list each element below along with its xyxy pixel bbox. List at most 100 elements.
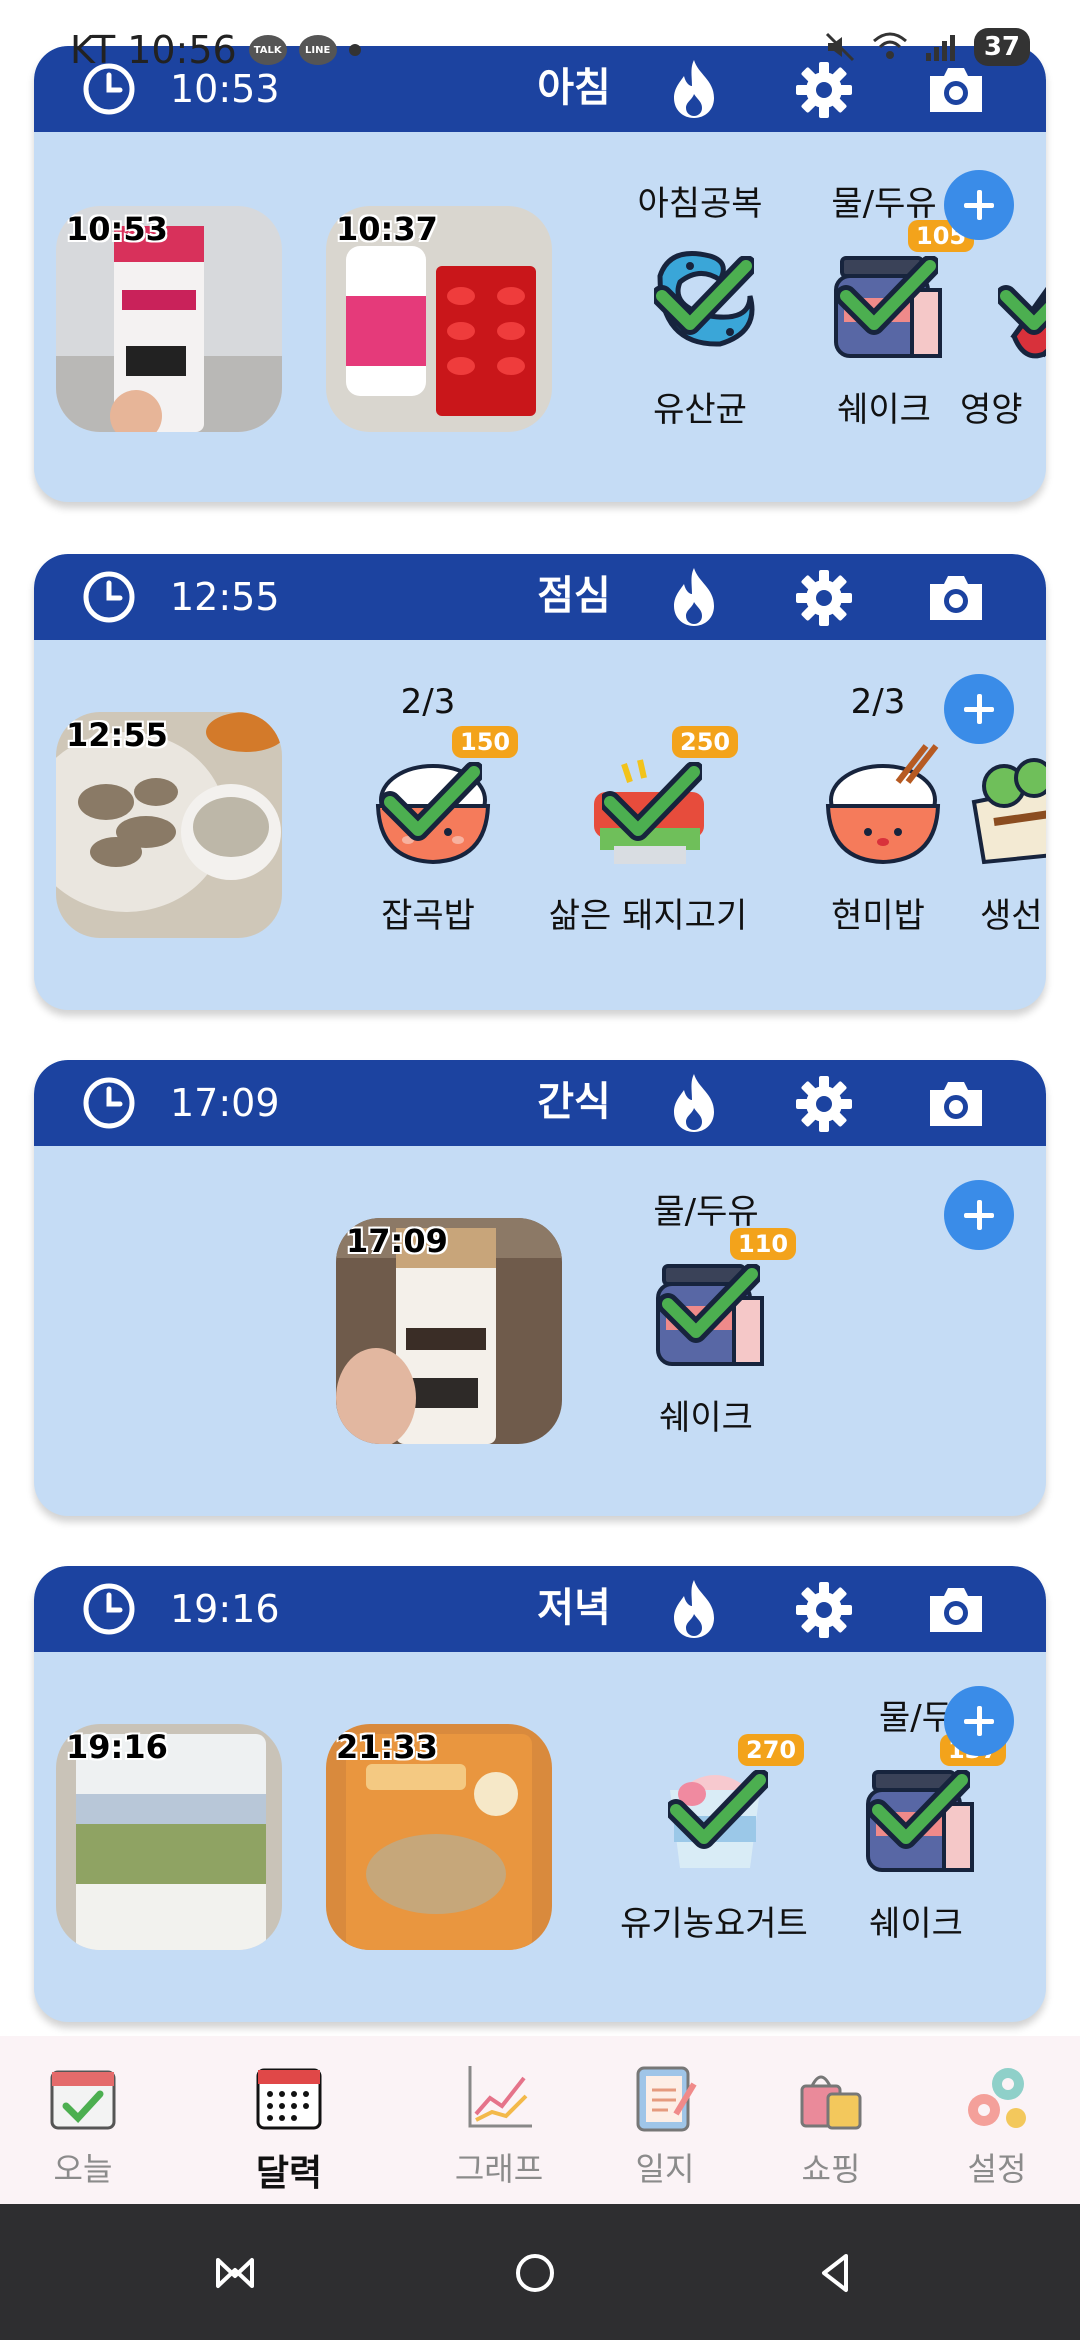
food-name: 유산균 — [653, 390, 747, 430]
clock-icon[interactable] — [82, 570, 136, 624]
food-name: 삶은 돼지고기 — [548, 896, 748, 936]
line-notification-icon: LINE — [298, 35, 337, 65]
status-bar: KT 10:56 TALK LINE 37 — [0, 0, 1080, 90]
photo-time: 12:55 — [66, 716, 168, 754]
add-food-button[interactable] — [944, 1686, 1014, 1756]
photo-time: 17:09 — [346, 1222, 448, 1260]
nav-item-shopping[interactable]: 쇼핑 — [756, 2050, 906, 2200]
nav-label: 오늘 — [53, 2150, 113, 2188]
check-icon — [838, 256, 938, 335]
food-item[interactable]: 아침공복 유산균 — [600, 176, 800, 456]
nav-label: 달력 — [255, 2153, 323, 2194]
nav-item-graph[interactable]: 그래프 — [424, 2050, 574, 2200]
nav-label: 그래프 — [454, 2150, 544, 2188]
flame-icon[interactable] — [664, 566, 724, 628]
kcal-badge: 110 — [730, 1228, 797, 1260]
kcal-badge: 150 — [452, 726, 519, 758]
calendar-grid-icon — [256, 2068, 322, 2130]
nav-item-settings[interactable]: 설정 — [922, 2050, 1072, 2200]
gear-icon[interactable] — [794, 568, 854, 628]
gear-icon[interactable] — [794, 1580, 854, 1640]
kcal-badge: 270 — [738, 1734, 805, 1766]
nav-item-today[interactable]: 오늘 — [8, 2050, 158, 2200]
carrier-label: KT — [70, 28, 116, 72]
check-icon — [870, 1770, 970, 1849]
back-icon[interactable] — [812, 2248, 862, 2298]
meal-photo[interactable]: 10:37 — [326, 206, 552, 432]
food-name: 쉐이크 — [869, 1904, 963, 1944]
photo-time: 19:16 — [66, 1728, 168, 1766]
rice-bowl-icon — [825, 744, 941, 865]
talk-notification-icon: TALK — [248, 35, 287, 65]
camera-icon[interactable] — [926, 570, 986, 624]
meal-header: 17:09 간식 — [34, 1060, 1046, 1146]
clock-icon[interactable] — [82, 1582, 136, 1636]
meal-photo[interactable]: 12:55 — [56, 712, 282, 938]
food-note: 물/두유 — [653, 1192, 759, 1232]
meal-card-lunch: 12:55 점심 12:55 2/3 150 잡곡밥 250 삶은 돼지고기 2… — [34, 554, 1046, 1010]
calendar-check-icon — [50, 2070, 116, 2130]
nav-label: 쇼핑 — [801, 2150, 861, 2188]
bottom-nav: 오늘 달력 그래프 일지 쇼핑 설정 — [0, 2036, 1080, 2204]
flame-icon[interactable] — [664, 1072, 724, 1134]
food-name: 유기농요거트 — [620, 1904, 808, 1944]
kcal-badge: 250 — [672, 726, 739, 758]
check-icon — [660, 1264, 760, 1343]
recents-icon[interactable] — [210, 2248, 260, 2298]
wrap-icon — [971, 758, 1046, 865]
meal-photo[interactable]: 19:16 — [56, 1724, 282, 1950]
add-food-button[interactable] — [944, 170, 1014, 240]
home-icon[interactable] — [510, 2248, 560, 2298]
meal-time[interactable]: 19:16 — [170, 1580, 280, 1638]
check-icon — [382, 762, 482, 841]
signal-icon — [925, 35, 955, 61]
food-name: 쉐이크 — [659, 1398, 753, 1438]
food-note: 2/3 — [400, 682, 456, 722]
photo-time: 10:53 — [66, 210, 168, 248]
journal-icon — [636, 2066, 697, 2132]
system-nav-bar — [0, 2204, 1080, 2340]
meal-header: 19:16 저녁 — [34, 1566, 1046, 1652]
notification-dot-icon — [348, 44, 361, 56]
chart-icon — [468, 2066, 532, 2128]
meal-card-snack: 17:09 간식 17:09 물/두유 110 쉐이크 — [34, 1060, 1046, 1516]
meal-photo[interactable]: 10:53 — [56, 206, 282, 432]
meal-card-breakfast: 10:53 아침 10:53 10:37 아침공복 유산균 물/두유 105 쉐… — [34, 46, 1046, 502]
gears-icon — [968, 2068, 1026, 2128]
gear-icon[interactable] — [794, 1074, 854, 1134]
nav-item-calendar[interactable]: 달력 — [214, 2050, 364, 2200]
photo-time: 21:33 — [336, 1728, 438, 1766]
add-food-button[interactable] — [944, 674, 1014, 744]
food-item[interactable]: 250 삶은 돼지고기 — [538, 682, 758, 962]
food-item[interactable]: 2/3 150 잡곡밥 — [328, 682, 528, 962]
food-note: 아침공복 — [637, 184, 763, 224]
mute-icon — [825, 32, 854, 62]
camera-icon[interactable] — [926, 1582, 986, 1636]
meal-time[interactable]: 12:55 — [170, 568, 280, 626]
food-name: 영양 — [960, 390, 1023, 430]
clock-label: 10:56 — [127, 28, 237, 72]
meal-photo[interactable]: 17:09 — [336, 1218, 562, 1444]
add-food-button[interactable] — [944, 1180, 1014, 1250]
meal-header: 12:55 점심 — [34, 554, 1046, 640]
battery-indicator: 37 — [973, 28, 1030, 66]
check-icon — [668, 1770, 768, 1849]
food-item[interactable]: 물/두유 110 쉐이크 — [606, 1184, 806, 1464]
check-icon — [998, 285, 1046, 335]
meal-photo[interactable]: 21:33 — [326, 1724, 552, 1950]
camera-icon[interactable] — [926, 1076, 986, 1130]
nav-item-journal[interactable]: 일지 — [590, 2050, 740, 2200]
food-item[interactable]: 270 유기농요거트 — [594, 1690, 834, 1970]
food-name: 잡곡밥 — [381, 896, 475, 936]
shopping-bag-icon — [800, 2075, 862, 2130]
nav-label: 일지 — [635, 2150, 695, 2188]
check-icon — [602, 762, 702, 841]
food-name: 생선 — [980, 896, 1043, 936]
meal-card-dinner: 19:16 저녁 19:16 21:33 270 유기농요거트 물/두 쉐이크 — [34, 1566, 1046, 2022]
nav-label: 설정 — [967, 2150, 1027, 2188]
wifi-icon — [872, 32, 907, 59]
meal-time[interactable]: 17:09 — [170, 1074, 280, 1132]
flame-icon[interactable] — [664, 1578, 724, 1640]
clock-icon[interactable] — [82, 1076, 136, 1130]
photo-time: 10:37 — [336, 210, 438, 248]
